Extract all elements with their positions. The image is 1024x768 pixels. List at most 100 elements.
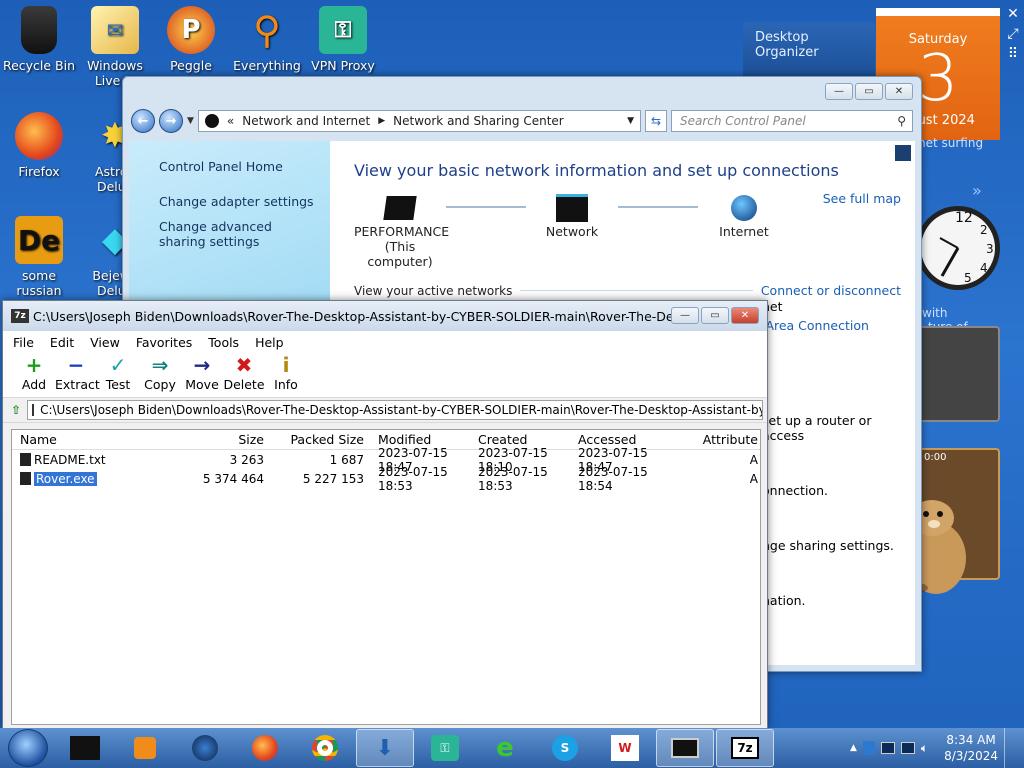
sidebar-link-home[interactable]: Control Panel Home [159,159,330,174]
7zip-window[interactable]: 7z C:\Users\Joseph Biden\Downloads\Rover… [2,300,768,730]
show-desktop-button[interactable] [1004,728,1016,768]
refresh-button[interactable]: ⇆ [645,110,667,132]
show-hidden-icons[interactable]: ▲ [850,743,857,753]
test-icon: ✓ [109,353,127,377]
info-button[interactable]: i Info [265,353,307,397]
taskbar-app-chrome[interactable] [296,729,354,767]
file-packed-size: 5 227 153 [302,471,364,486]
taskbar-app-media[interactable] [116,729,174,767]
desktop-icon-recycle-bin[interactable]: Recycle Bin [0,6,78,73]
control-panel-titlebar[interactable]: — ▭ ✕ [123,77,921,107]
menu-edit[interactable]: Edit [50,335,74,350]
taskbar-app-7zip[interactable]: 7z [716,729,774,767]
svg-text:5: 5 [964,271,972,285]
close-icon[interactable]: ✕ [1007,6,1019,22]
clock-gadget[interactable]: 12 2 3 4 5 » [912,178,1004,310]
node-this-computer[interactable]: PERFORMANCE (This computer) [354,192,450,269]
copy-icon: ⇒ [151,353,169,377]
menu-help[interactable]: Help [255,335,284,350]
menu-favorites[interactable]: Favorites [136,335,192,350]
volume-icon[interactable]: 🔈︎ [921,741,928,756]
desktop-icon-vpn-proxy[interactable]: ⚿ VPN Proxy [304,6,382,73]
drag-handle-icon[interactable]: ⠿ [1008,46,1018,62]
organizer-label: Desktop Organizer [755,30,819,60]
sidebar-link-adapter[interactable]: Change adapter settings [159,194,330,209]
column-size[interactable]: Size [172,432,270,447]
connection-line [446,206,526,208]
column-attributes[interactable]: Attribute [670,432,760,447]
search-input[interactable]: Search Control Panel ⚲ [671,110,913,132]
node-network[interactable]: Network [526,192,618,239]
taskbar-app-control-panel[interactable]: ⬇ [356,729,414,767]
partial-sharing-text: nge sharing settings. [762,538,894,553]
resize-icon[interactable]: ⤢ [1007,26,1018,42]
breadcrumb-overflow-icon[interactable]: « [227,114,234,128]
recent-pages-dropdown-icon[interactable]: ▼ [187,116,194,126]
7zip-titlebar[interactable]: 7z C:\Users\Joseph Biden\Downloads\Rover… [3,301,767,331]
cd-wheel-gadget[interactable] [918,326,1000,422]
desktop-icon-russian[interactable]: Dе some russian ran... [0,216,78,313]
local-area-connection-link[interactable]: l Area Connection [758,318,869,333]
minimize-button[interactable]: — [825,83,853,100]
copy-button[interactable]: ⇒ Copy [139,353,181,397]
active-networks-row: View your active networks Connect or dis… [354,283,901,298]
taskbar-app-ie[interactable]: e [476,729,534,767]
network-icon[interactable] [900,742,915,754]
taskbar-app-network-center[interactable] [656,729,714,767]
file-packed-size: 1 687 [329,452,364,467]
breadcrumb-sharing-center[interactable]: Network and Sharing Center [393,114,564,128]
add-icon: + [25,353,43,377]
start-button[interactable] [8,729,48,767]
connect-disconnect-link[interactable]: Connect or disconnect [761,283,901,298]
taskbar-app-network[interactable] [176,729,234,767]
address-dropdown-icon[interactable]: ▼ [627,116,634,126]
file-created: 2023-07-15 18:53 [478,464,548,493]
taskbar-app-firefox[interactable] [236,729,294,767]
forward-button[interactable]: → [159,109,183,133]
file-list[interactable]: Name Size Packed Size Modified Created A… [11,429,761,725]
taskbar-app-explorer[interactable] [56,729,114,767]
search-icon[interactable]: ⚲ [897,114,906,128]
extract-button[interactable]: − Extract [55,353,100,397]
desktop-icon-firefox[interactable]: Firefox [0,112,78,179]
taskbar-app-vpn[interactable]: ⚿ [416,729,474,767]
node-label: PERFORMANCE [354,224,450,239]
delete-button[interactable]: ✖ Delete [223,353,265,397]
minimize-button[interactable]: — [671,307,699,324]
tray-app-icon[interactable] [862,741,875,755]
address-bar[interactable]: « Network and Internet ▶ Network and Sha… [197,110,641,132]
back-button[interactable]: ← [131,109,155,133]
taskbar-app-wps[interactable]: W [596,729,654,767]
menu-tools[interactable]: Tools [208,335,239,350]
menu-file[interactable]: File [13,335,34,350]
close-button[interactable]: ✕ [885,83,913,100]
desktop-icon-everything[interactable]: ⚲ Everything [228,6,306,74]
help-icon[interactable] [895,145,911,161]
taskbar: ⬇ ⚿ e S W 7z ▲ 🔈︎ 8:34 AM 8/3/2024 [0,728,1024,768]
see-full-map-link[interactable]: See full map [823,191,901,206]
maximize-button[interactable]: ▭ [855,83,883,100]
maximize-button[interactable]: ▭ [701,307,729,324]
add-button[interactable]: + Add [13,353,55,397]
close-button[interactable]: ✕ [731,307,759,324]
move-button[interactable]: → Move [181,353,223,397]
sidebar-link-sharing[interactable]: Change advanced sharing settings [159,219,309,249]
up-folder-icon[interactable]: ⇧ [11,403,21,417]
monitor-icon [383,196,417,220]
clock[interactable]: 8:34 AM 8/3/2024 [944,732,998,764]
action-center-icon[interactable] [880,742,895,754]
desktop-icon-peggle[interactable]: P Peggle [152,6,230,73]
menu-view[interactable]: View [90,335,120,350]
column-name[interactable]: Name [12,432,172,447]
taskbar-app-skype[interactable]: S [536,729,594,767]
clock-date: 8/3/2024 [944,749,998,763]
desktop-organizer-gadget[interactable]: Desktop Organizer [743,22,875,80]
move-label: Move [185,377,219,392]
path-input[interactable]: C:\Users\Joseph Biden\Downloads\Rover-Th… [27,400,763,420]
test-button[interactable]: ✓ Test [97,353,139,397]
breadcrumb-network-internet[interactable]: Network and Internet [242,114,370,128]
column-packed-size[interactable]: Packed Size [270,432,370,447]
node-internet[interactable]: Internet [698,192,790,239]
folder-icon [70,736,100,760]
table-row[interactable]: Rover.exe 5 374 464 5 227 153 2023-07-15… [12,465,760,493]
